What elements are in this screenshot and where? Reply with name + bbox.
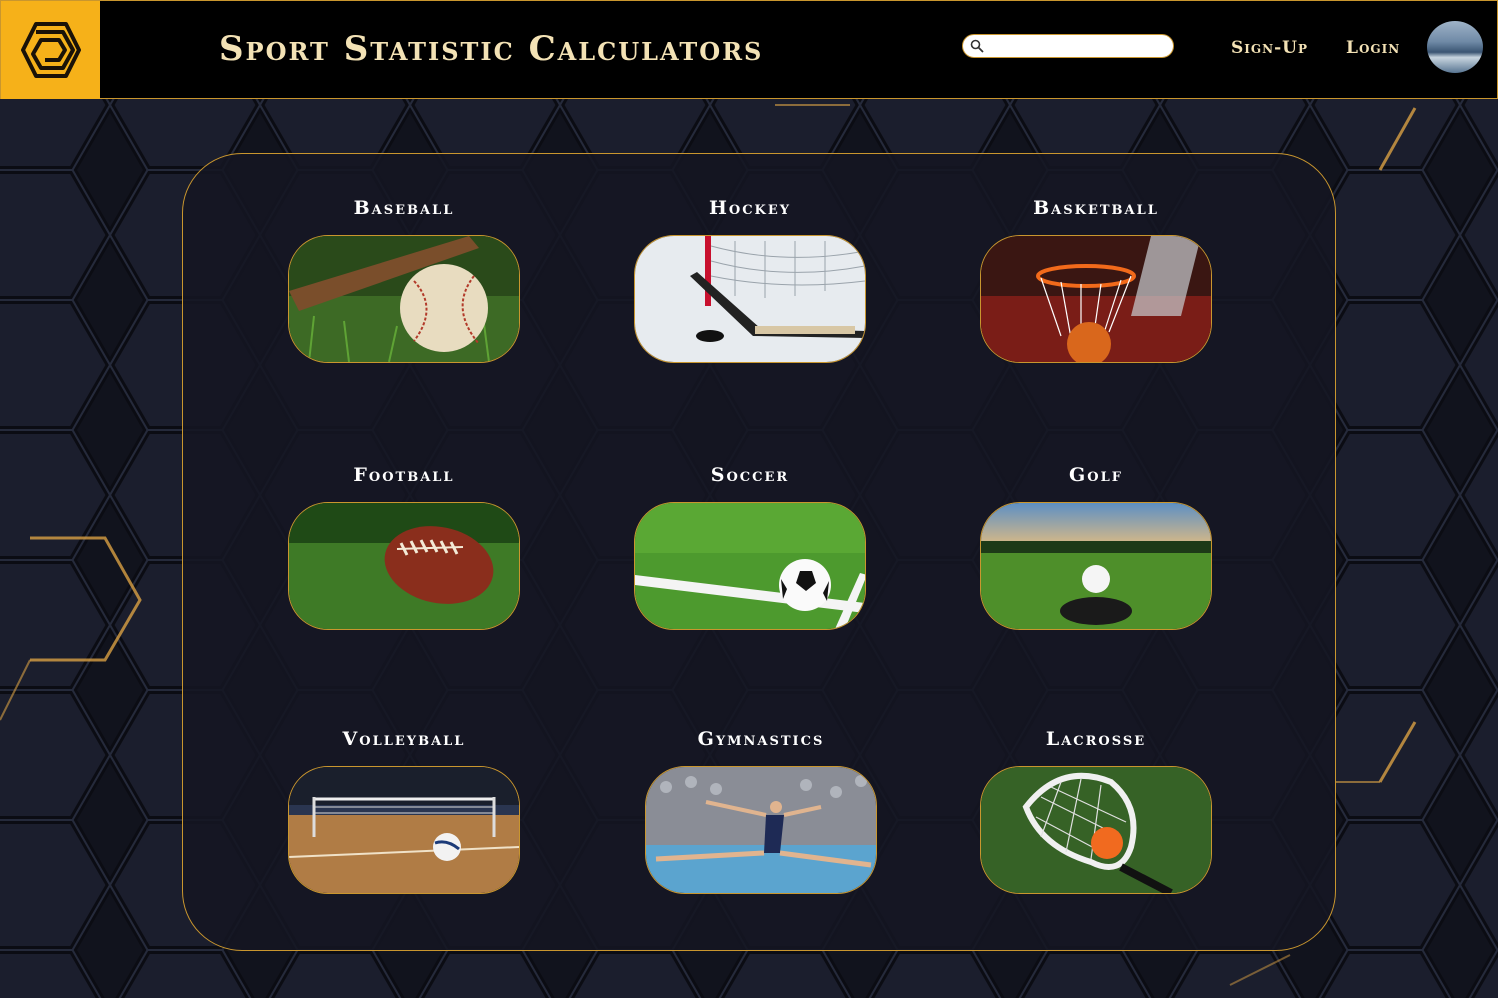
sport-card-hockey[interactable]: Hockey xyxy=(634,197,866,363)
sport-label: Volleyball xyxy=(342,728,466,750)
page-title: Sport Statistic Calculators xyxy=(219,29,764,69)
sport-card-football[interactable]: Football xyxy=(288,464,520,630)
football-image[interactable] xyxy=(288,502,520,630)
sports-panel: Baseball Hockey Basketball Football Socc… xyxy=(182,153,1336,951)
sport-label: Golf xyxy=(1069,464,1123,486)
sport-card-volleyball[interactable]: Volleyball xyxy=(288,728,520,894)
top-header: Sport Statistic Calculators Sign-Up Logi… xyxy=(0,0,1498,99)
lacrosse-image[interactable] xyxy=(980,766,1212,894)
login-link[interactable]: Login xyxy=(1346,38,1400,58)
gymnastics-image[interactable] xyxy=(645,766,877,894)
sport-label: Soccer xyxy=(710,464,790,486)
sport-label: Gymnastics xyxy=(697,728,825,750)
soccer-image[interactable] xyxy=(634,502,866,630)
sport-label: Baseball xyxy=(353,197,455,219)
search-icon xyxy=(970,39,984,53)
baseball-image[interactable] xyxy=(288,235,520,363)
logo[interactable] xyxy=(1,1,100,99)
sport-card-gymnastics[interactable]: Gymnastics xyxy=(645,728,877,894)
sport-label: Football xyxy=(353,464,455,486)
signup-link[interactable]: Sign-Up xyxy=(1231,38,1308,58)
sport-card-soccer[interactable]: Soccer xyxy=(634,464,866,630)
sport-card-lacrosse[interactable]: Lacrosse xyxy=(980,728,1212,894)
user-avatar[interactable] xyxy=(1427,21,1483,73)
volleyball-image[interactable] xyxy=(288,766,520,894)
hockey-image[interactable] xyxy=(634,235,866,363)
sport-label: Basketball xyxy=(1033,197,1159,219)
sport-label: Hockey xyxy=(708,197,792,219)
sport-card-baseball[interactable]: Baseball xyxy=(288,197,520,363)
golf-image[interactable] xyxy=(980,502,1212,630)
logo-icon xyxy=(20,22,81,78)
sport-card-basketball[interactable]: Basketball xyxy=(980,197,1212,363)
sport-card-golf[interactable]: Golf xyxy=(980,464,1212,630)
sport-label: Lacrosse xyxy=(1045,728,1147,750)
search-box[interactable] xyxy=(962,34,1174,58)
search-input[interactable] xyxy=(989,37,1168,55)
basketball-image[interactable] xyxy=(980,235,1212,363)
